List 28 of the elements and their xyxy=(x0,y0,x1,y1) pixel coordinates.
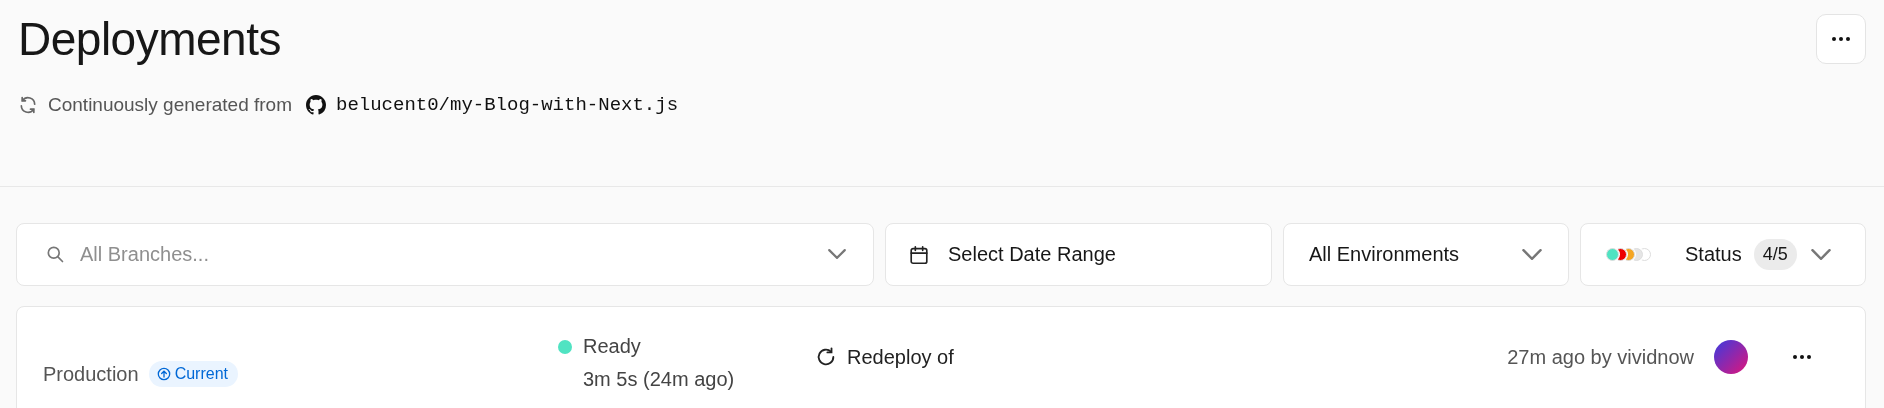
status-dropdown[interactable]: Status 4/5 xyxy=(1580,223,1866,286)
source-text: Continuously generated from xyxy=(48,94,292,116)
badge-text: Current xyxy=(174,365,228,383)
status-label: Status xyxy=(1685,243,1742,266)
environment-text: Production xyxy=(43,362,139,386)
avatar xyxy=(1714,340,1748,374)
page-title: Deployments xyxy=(18,14,281,64)
date-range-button[interactable]: Select Date Range xyxy=(885,223,1272,286)
github-icon xyxy=(306,95,326,115)
search-icon xyxy=(45,244,65,264)
chevron-down-icon xyxy=(1810,249,1831,260)
branch-search-field[interactable]: All Branches... xyxy=(16,223,874,286)
action-text: Redeploy of xyxy=(847,345,954,369)
refresh-icon xyxy=(18,95,38,115)
chevron-down-icon xyxy=(828,249,846,259)
status-text: Ready xyxy=(583,335,641,358)
chevron-down-icon xyxy=(1522,249,1542,260)
duration-text: 3m 5s (24m ago) xyxy=(583,368,736,391)
count-badge: 4/5 xyxy=(1753,239,1797,270)
redeploy-icon xyxy=(815,346,837,368)
calendar-icon xyxy=(908,243,930,266)
created-text: 27m ago by vividnow xyxy=(1507,345,1694,369)
repository-link[interactable]: belucent0/my-Blog-with-Next.js xyxy=(336,94,679,116)
environment-dropdown[interactable]: All Environments xyxy=(1283,223,1569,286)
arrow-up-circle-icon xyxy=(156,367,171,381)
more-icon xyxy=(1832,37,1850,41)
more-icon xyxy=(1793,355,1811,359)
more-button[interactable] xyxy=(1816,14,1866,64)
